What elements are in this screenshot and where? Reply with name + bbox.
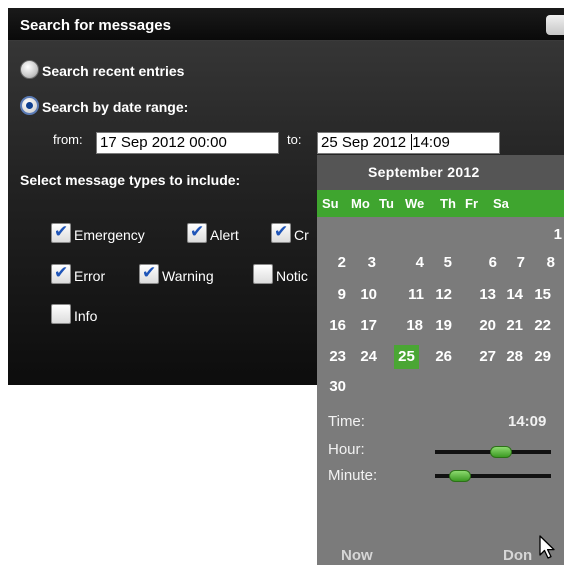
from-label: from:	[53, 132, 83, 147]
now-button[interactable]: Now	[341, 547, 373, 564]
to-date-text: 25 Sep 2012	[321, 134, 411, 151]
hour-slider-handle[interactable]	[490, 446, 512, 458]
calendar-day[interactable]: 24	[353, 348, 377, 365]
calendar-day[interactable]: 15	[527, 286, 551, 303]
calendar-day[interactable]: 9	[322, 286, 346, 303]
weekday-label: Tu	[379, 196, 394, 211]
calendar-weekday-header: Su Mo Tu We Th Fr Sa	[317, 190, 564, 217]
done-button[interactable]: Don	[503, 547, 532, 564]
from-date-input[interactable]: 17 Sep 2012 00:00	[96, 132, 279, 154]
minute-slider-track[interactable]	[435, 470, 551, 482]
calendar-day[interactable]: 4	[400, 254, 424, 271]
calendar-day[interactable]: 23	[322, 348, 346, 365]
calendar-day[interactable]: 17	[353, 317, 377, 334]
calendar-day[interactable]: 29	[527, 348, 551, 365]
weekday-label: Sa	[493, 196, 509, 211]
calendar-day[interactable]: 11	[400, 286, 424, 303]
radio-icon[interactable]	[20, 60, 39, 79]
to-label: to:	[287, 132, 302, 147]
calendar-day[interactable]: 2	[322, 254, 346, 271]
checkbox-checked-icon[interactable]	[139, 263, 159, 284]
weekday-label: Fr	[465, 196, 478, 211]
calendar-day[interactable]: 14	[499, 286, 523, 303]
mouse-pointer-icon	[539, 535, 555, 559]
calendar-day[interactable]: 26	[428, 348, 452, 365]
calendar-day[interactable]: 10	[353, 286, 377, 303]
type-emergency-label: Emergency	[74, 227, 145, 243]
weekday-label: Th	[440, 196, 456, 211]
weekday-label: We	[405, 196, 425, 211]
checkbox-unchecked-icon[interactable]	[253, 264, 273, 284]
radio-selected-icon[interactable]	[20, 96, 39, 115]
radio-search-range-label: Search by date range:	[42, 99, 189, 115]
calendar-day[interactable]: 8	[531, 254, 555, 271]
titlebar-button[interactable]	[546, 15, 564, 35]
calendar-day[interactable]: 28	[499, 348, 523, 365]
calendar-month-title: September 2012	[317, 155, 564, 190]
type-alert-label: Alert	[210, 227, 239, 243]
weekday-label: Mo	[351, 196, 370, 211]
calendar-day[interactable]: 5	[428, 254, 452, 271]
weekday-label: Su	[322, 196, 339, 211]
calendar-day[interactable]: 30	[322, 378, 346, 395]
checkbox-checked-icon[interactable]	[51, 222, 71, 243]
time-value: 14:09	[508, 413, 547, 430]
calendar-day[interactable]: 12	[428, 286, 452, 303]
date-picker-popup: September 2012 Su Mo Tu We Th Fr Sa 1 2 …	[317, 155, 564, 565]
type-info-label: Info	[74, 308, 98, 324]
calendar-day[interactable]: 27	[472, 348, 496, 365]
calendar-day[interactable]: 19	[428, 317, 452, 334]
type-critical-label: Cr	[294, 227, 309, 243]
calendar-day[interactable]: 7	[501, 254, 525, 271]
hour-label: Hour:	[328, 441, 365, 458]
type-warning-label: Warning	[162, 268, 214, 284]
checkbox-checked-icon[interactable]	[271, 222, 291, 243]
calendar-day[interactable]: 16	[322, 317, 346, 334]
checkbox-checked-icon[interactable]	[187, 222, 207, 243]
checkbox-unchecked-icon[interactable]	[51, 304, 71, 324]
type-error-label: Error	[74, 268, 106, 284]
calendar-day[interactable]: 22	[527, 317, 551, 334]
calendar-day[interactable]: 18	[399, 317, 423, 334]
to-date-input[interactable]: 25 Sep 2012 14:09	[317, 132, 500, 154]
checkbox-checked-icon[interactable]	[51, 263, 71, 284]
calendar-day[interactable]: 6	[473, 254, 497, 271]
minute-label: Minute:	[328, 467, 378, 484]
hour-slider-track[interactable]	[435, 446, 551, 458]
message-types-label: Select message types to include:	[20, 172, 241, 188]
to-time-text: 14:09	[412, 134, 450, 151]
dialog-titlebar: Search for messages	[8, 8, 564, 41]
dialog-title: Search for messages	[20, 17, 171, 34]
calendar-day[interactable]: 13	[472, 286, 496, 303]
type-notice-label: Notic	[276, 268, 308, 284]
minute-slider-handle[interactable]	[449, 470, 471, 482]
calendar-day-selected[interactable]: 25	[394, 345, 419, 369]
radio-search-recent-label: Search recent entries	[42, 63, 185, 79]
calendar-day[interactable]: 3	[352, 254, 376, 271]
time-label: Time:	[328, 413, 365, 430]
calendar-day[interactable]: 1	[538, 226, 562, 243]
calendar-day[interactable]: 20	[472, 317, 496, 334]
calendar-day[interactable]: 21	[499, 317, 523, 334]
